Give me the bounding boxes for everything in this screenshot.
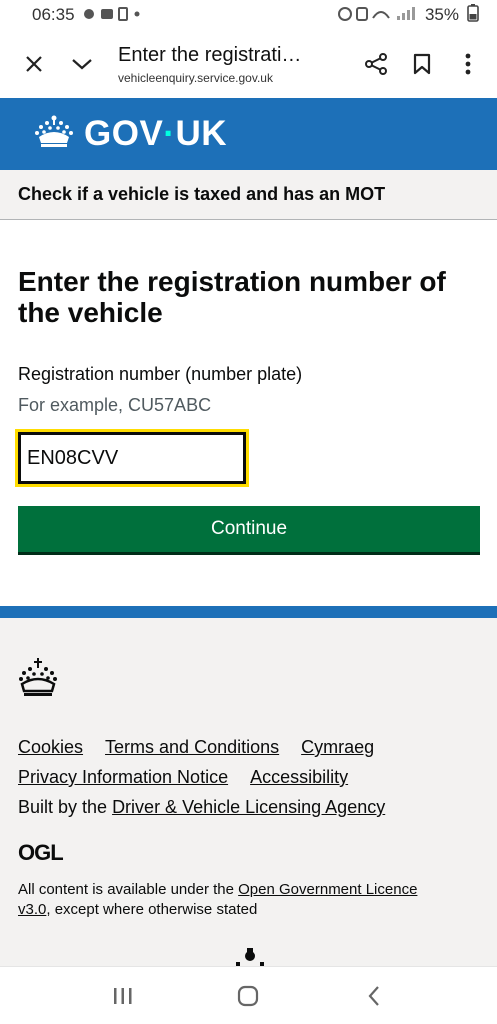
share-icon[interactable] <box>353 52 399 76</box>
govuk-logotype: GOV·UK <box>84 114 227 154</box>
built-by-line: Built by the Driver & Vehicle Licensing … <box>18 792 488 822</box>
service-name-link[interactable]: Check if a vehicle is taxed and has an M… <box>18 184 385 205</box>
continue-button[interactable]: Continue <box>18 506 480 552</box>
cymraeg-link[interactable]: Cymraeg <box>301 732 374 762</box>
status-left: 06:35 <box>32 5 143 25</box>
ogl-icon: OGL <box>18 840 64 865</box>
dvla-link[interactable]: Driver & Vehicle Licensing Agency <box>112 797 385 817</box>
footer-links-row2: Privacy Information Notice Accessibility <box>18 762 488 792</box>
registration-number-input[interactable] <box>15 429 249 487</box>
logotype-dot: · <box>163 114 176 153</box>
govuk-logo-link[interactable]: GOV·UK <box>34 114 227 154</box>
browser-title-area[interactable]: Enter the registration number of the veh… <box>106 44 353 85</box>
battery-icon <box>467 3 479 27</box>
logotype-uk: UK <box>175 114 228 153</box>
more-options-icon[interactable] <box>445 53 491 75</box>
footer-links: Cookies Terms and Conditions Cymraeg Pri… <box>18 732 488 822</box>
back-icon[interactable] <box>344 976 404 1016</box>
system-icons <box>337 6 417 25</box>
browser-page-title: Enter the registration number of the veh… <box>118 43 308 66</box>
registration-hint: For example, CU57ABC <box>18 395 212 415</box>
registration-label: Registration number (number plate) <box>18 364 303 384</box>
status-bar: 06:35 35% <box>0 0 497 30</box>
status-time: 06:35 <box>32 5 75 24</box>
page-title: Enter the registration number of the veh… <box>18 266 446 328</box>
status-right: 35% <box>337 3 479 27</box>
crown-icon <box>18 658 58 703</box>
home-icon[interactable] <box>218 976 278 1016</box>
logotype-gov: GOV <box>84 114 164 153</box>
footer: Cookies Terms and Conditions Cymraeg Pri… <box>0 606 497 978</box>
service-navigation: Check if a vehicle is taxed and has an M… <box>0 170 497 220</box>
licence-suffix: , except where otherwise stated <box>46 901 258 918</box>
built-by-prefix: Built by the <box>18 797 113 817</box>
cookies-link[interactable]: Cookies <box>18 732 83 762</box>
footer-links-row1: Cookies Terms and Conditions Cymraeg <box>18 732 488 762</box>
close-icon[interactable] <box>10 54 58 74</box>
recent-apps-icon[interactable] <box>93 976 153 1016</box>
browser-actions <box>353 52 491 76</box>
bookmark-icon[interactable] <box>399 53 445 75</box>
browser-url: vehicleenquiry.service.gov.uk <box>118 70 273 85</box>
main-content: Enter the registration number of the veh… <box>15 220 480 552</box>
licence-prefix: All content is available under the <box>18 881 239 898</box>
licence-text: All content is available under the Open … <box>18 880 418 920</box>
ogl-logo: OGL <box>18 840 70 869</box>
crown-icon <box>34 115 74 154</box>
govuk-header: GOV·UK <box>0 98 497 170</box>
privacy-link[interactable]: Privacy Information Notice <box>18 762 228 792</box>
chevron-down-icon[interactable] <box>58 57 106 71</box>
notification-icons <box>83 6 143 25</box>
android-nav-bar <box>0 966 497 1024</box>
terms-link[interactable]: Terms and Conditions <box>105 732 279 762</box>
accessibility-link[interactable]: Accessibility <box>250 762 348 792</box>
ogl-logo-text: OGL <box>18 840 63 864</box>
browser-toolbar: Enter the registration number of the veh… <box>0 30 497 98</box>
battery-percent: 35% <box>424 5 459 24</box>
